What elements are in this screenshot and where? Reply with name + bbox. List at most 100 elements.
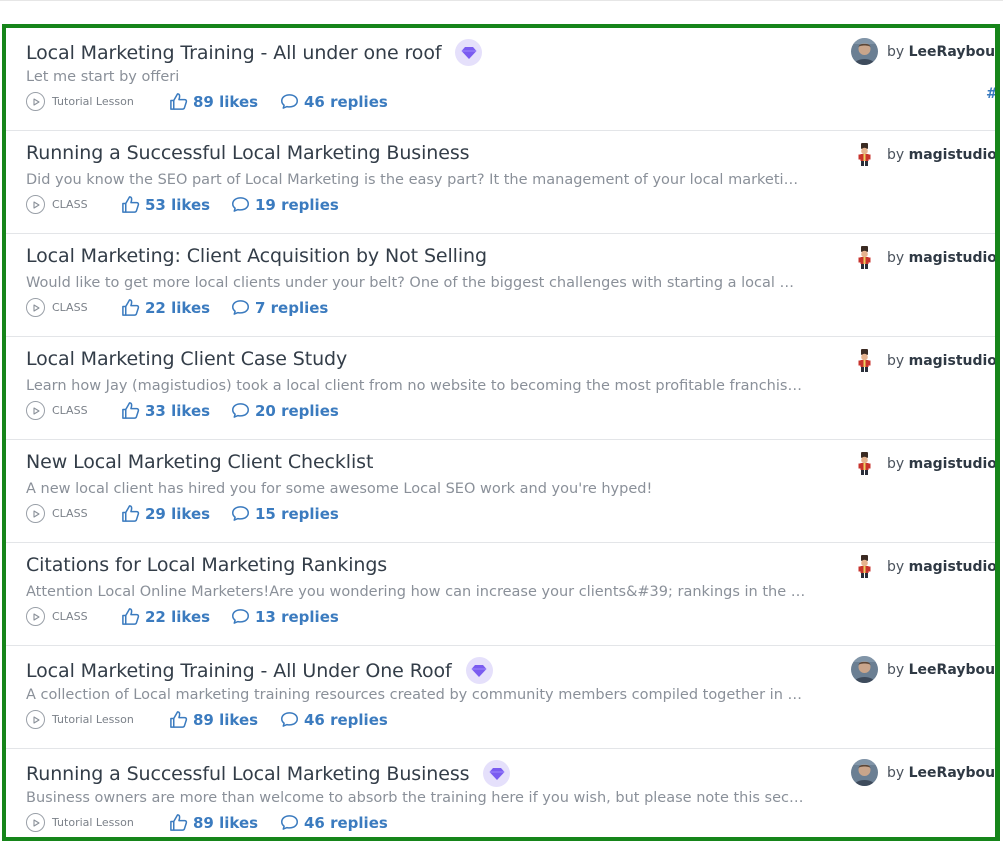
post-title-link[interactable]: New Local Marketing Client Checklist <box>26 451 373 473</box>
replies-link[interactable]: 19 replies <box>231 196 339 214</box>
post-meta: Tutorial Lesson 89 likes 46 replies <box>26 813 388 832</box>
likes-count: 53 likes <box>145 195 211 214</box>
author-prefix: by <box>887 455 905 472</box>
post-excerpt: A collection of Local marketing training… <box>26 687 806 703</box>
play-circle-icon <box>26 504 45 523</box>
likes-button[interactable]: 22 likes <box>121 607 231 626</box>
author-name[interactable]: magistudios <box>909 353 995 369</box>
post-type-label: Tutorial Lesson <box>52 816 134 829</box>
play-circle-icon <box>26 607 45 626</box>
hashtag-link[interactable]: # <box>986 86 995 102</box>
author-name[interactable]: magistudios <box>909 147 995 163</box>
post-row[interactable]: Local Marketing Training - All under one… <box>6 28 995 131</box>
post-author[interactable]: by magistudios <box>851 347 995 374</box>
post-type-tag: CLASS <box>26 195 121 214</box>
replies-link[interactable]: 20 replies <box>231 402 339 420</box>
author-name[interactable]: LeeRaybould <box>909 662 995 678</box>
play-circle-icon <box>26 710 45 729</box>
author-prefix: by <box>887 146 905 163</box>
post-type-label: CLASS <box>52 610 88 623</box>
thumbs-up-icon <box>169 92 188 111</box>
replies-link[interactable]: 46 replies <box>280 93 388 111</box>
author-name[interactable]: magistudios <box>909 559 995 575</box>
author-name[interactable]: magistudios <box>909 456 995 472</box>
author-name[interactable]: LeeRaybould <box>909 765 995 781</box>
author-name[interactable]: LeeRaybould <box>909 44 995 60</box>
play-circle-icon <box>26 813 45 832</box>
post-title-link[interactable]: Running a Successful Local Marketing Bus… <box>26 763 470 785</box>
avatar[interactable] <box>851 38 878 65</box>
post-author[interactable]: by magistudios <box>851 450 995 477</box>
replies-count: 13 replies <box>255 607 339 626</box>
replies-link[interactable]: 46 replies <box>280 711 388 729</box>
replies-link[interactable]: 46 replies <box>280 814 388 832</box>
likes-button[interactable]: 33 likes <box>121 401 231 420</box>
post-row[interactable]: Citations for Local Marketing Rankings At… <box>6 543 995 646</box>
author-byline: by magistudios <box>887 455 995 472</box>
avatar-image <box>851 656 878 683</box>
author-name[interactable]: magistudios <box>909 250 995 266</box>
thumbs-up-icon <box>121 607 140 626</box>
avatar[interactable] <box>851 347 878 374</box>
post-meta: CLASS 29 likes 15 replies <box>26 504 339 523</box>
likes-button[interactable]: 89 likes <box>169 813 280 832</box>
post-title-link[interactable]: Local Marketing Training - All under one… <box>26 42 442 64</box>
avatar-image <box>851 141 878 168</box>
avatar-image <box>851 347 878 374</box>
replies-link[interactable]: 15 replies <box>231 505 339 523</box>
post-list: Local Marketing Training - All under one… <box>2 24 1000 841</box>
avatar[interactable] <box>851 656 878 683</box>
replies-link[interactable]: 13 replies <box>231 608 339 626</box>
likes-button[interactable]: 89 likes <box>169 92 280 111</box>
likes-button[interactable]: 29 likes <box>121 504 231 523</box>
post-author[interactable]: by magistudios <box>851 141 995 168</box>
speech-bubble-icon <box>231 608 250 625</box>
post-type-label: CLASS <box>52 198 88 211</box>
replies-count: 46 replies <box>304 813 388 832</box>
play-icon <box>31 200 41 210</box>
post-title-wrap: Running a Successful Local Marketing Bus… <box>26 760 511 787</box>
post-type-tag: CLASS <box>26 298 121 317</box>
post-title-link[interactable]: Running a Successful Local Marketing Bus… <box>26 142 470 164</box>
post-meta: CLASS 22 likes 13 replies <box>26 607 339 626</box>
post-author[interactable]: by magistudios <box>851 244 995 271</box>
avatar[interactable] <box>851 553 878 580</box>
post-title-wrap: Running a Successful Local Marketing Bus… <box>26 142 470 164</box>
likes-button[interactable]: 89 likes <box>169 710 280 729</box>
author-byline: by LeeRaybould <box>887 662 995 678</box>
avatar[interactable] <box>851 141 878 168</box>
post-title-link[interactable]: Local Marketing Client Case Study <box>26 348 347 370</box>
play-icon <box>31 818 41 828</box>
avatar[interactable] <box>851 759 878 786</box>
post-author[interactable]: by LeeRaybould <box>851 38 995 65</box>
post-author[interactable]: by LeeRaybould <box>851 759 995 786</box>
speech-bubble-icon <box>231 402 250 419</box>
author-byline: by magistudios <box>887 249 995 266</box>
post-title-link[interactable]: Citations for Local Marketing Rankings <box>26 554 387 576</box>
post-row[interactable]: Local Marketing Training - All Under One… <box>6 646 995 749</box>
post-author[interactable]: by magistudios <box>851 553 995 580</box>
play-icon <box>31 303 41 313</box>
play-icon <box>31 97 41 107</box>
post-title-link[interactable]: Local Marketing: Client Acquisition by N… <box>26 245 487 267</box>
post-title-link[interactable]: Local Marketing Training - All Under One… <box>26 660 452 682</box>
speech-bubble-icon <box>231 299 250 316</box>
replies-link[interactable]: 7 replies <box>231 299 328 317</box>
play-icon <box>31 612 41 622</box>
post-row[interactable]: Local Marketing Client Case Study Learn h… <box>6 337 995 440</box>
post-excerpt: A new local client has hired you for som… <box>26 481 653 497</box>
likes-button[interactable]: 22 likes <box>121 298 231 317</box>
author-prefix: by <box>887 249 905 266</box>
post-meta: CLASS 33 likes 20 replies <box>26 401 339 420</box>
post-row[interactable]: New Local Marketing Client Checklist A ne… <box>6 440 995 543</box>
post-row[interactable]: Local Marketing: Client Acquisition by N… <box>6 234 995 337</box>
avatar[interactable] <box>851 244 878 271</box>
likes-button[interactable]: 53 likes <box>121 195 231 214</box>
avatar[interactable] <box>851 450 878 477</box>
post-meta: CLASS 22 likes 7 replies <box>26 298 328 317</box>
speech-bubble-icon <box>280 814 299 831</box>
post-row[interactable]: Running a Successful Local Marketing Bus… <box>6 131 995 234</box>
post-title-wrap: Citations for Local Marketing Rankings <box>26 554 387 576</box>
post-row[interactable]: Running a Successful Local Marketing Bus… <box>6 749 995 837</box>
post-author[interactable]: by LeeRaybould <box>851 656 995 683</box>
